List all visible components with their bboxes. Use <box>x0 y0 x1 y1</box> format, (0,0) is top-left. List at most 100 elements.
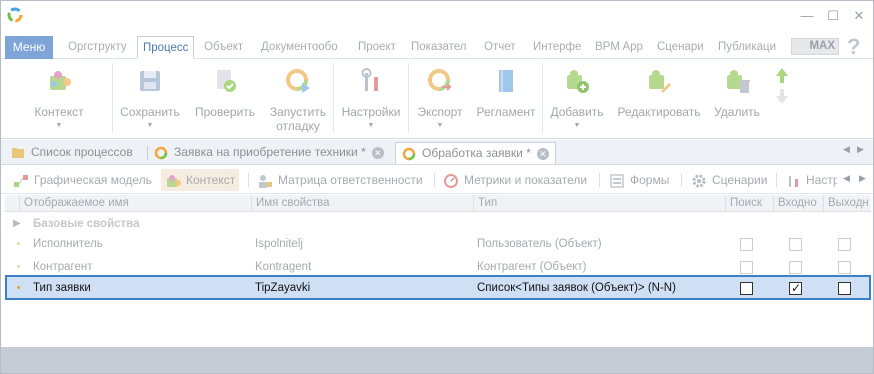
context-button[interactable]: Контекст ▼ <box>19 59 99 137</box>
settings-view-button[interactable]: Настр <box>781 169 837 191</box>
doc-tab-process-list[interactable]: Список процессов <box>11 142 133 164</box>
context-view-button[interactable]: Контекст <box>161 169 240 191</box>
close-button[interactable]: ✕ <box>849 7 869 25</box>
search-checkbox[interactable] <box>740 282 753 295</box>
tab-scenarios[interactable]: Сценари <box>652 36 709 59</box>
doc-tab-purchase-request[interactable]: Заявка на приобретение техники * ✕ <box>154 142 384 164</box>
close-tab-icon[interactable]: ✕ <box>536 147 549 160</box>
column-display-name[interactable]: Отображаемое имя <box>19 195 251 212</box>
tab-interface[interactable]: Интерфе <box>528 36 586 59</box>
column-property-name[interactable]: Имя свойства <box>251 195 473 212</box>
view-toolbar: Графическая модель Контекст Матрица отве… <box>1 166 873 194</box>
minimize-button[interactable]: — <box>797 7 817 25</box>
column-search[interactable]: Поиск <box>725 195 773 212</box>
check-label: Проверить <box>194 105 255 119</box>
column-input[interactable]: Входно <box>773 195 823 212</box>
help-icon[interactable]: ? <box>847 34 860 60</box>
chevron-down-icon: ▼ <box>55 122 63 129</box>
tab-project[interactable]: Проект <box>353 36 401 59</box>
status-area <box>1 347 873 373</box>
toolbar-divider <box>681 173 682 187</box>
output-checkbox[interactable] <box>838 261 851 274</box>
export-button[interactable]: Экспорт ▼ <box>411 59 469 137</box>
chevron-down-icon: ▼ <box>367 122 375 129</box>
settings-button[interactable]: Настройки ▼ <box>337 59 405 137</box>
cell-type: Пользователь (Объект) <box>477 238 602 250</box>
chevron-down-icon: ▼ <box>146 122 154 129</box>
regulation-button[interactable]: Регламент <box>473 59 539 137</box>
move-arrows-icon[interactable] <box>775 67 789 105</box>
doc-tab-request-processing[interactable]: Обработка заявки * ✕ <box>395 142 556 164</box>
menu-button[interactable]: Меню <box>5 36 53 59</box>
save-button[interactable]: Сохранить ▼ <box>117 59 183 137</box>
responsibility-matrix-button[interactable]: Матрица ответственности <box>253 169 427 191</box>
tools-icon <box>789 175 798 187</box>
max-badge[interactable]: MAX <box>791 38 839 55</box>
tab-indicators[interactable]: Показател <box>406 36 472 59</box>
row-marker <box>17 265 20 268</box>
tab-bpm-app[interactable]: BPM App <box>590 36 648 59</box>
context-view-label: Контекст <box>186 173 236 187</box>
scenarios-button[interactable]: Сценарии <box>687 169 771 191</box>
ribbon-divider <box>333 63 334 133</box>
row-marker <box>17 242 20 245</box>
input-checkbox[interactable] <box>789 238 802 251</box>
edit-button[interactable]: Редактировать <box>613 59 705 137</box>
export-icon <box>428 69 452 91</box>
metrics-button[interactable]: Метрики и показатели <box>439 169 591 191</box>
app-window: — ☐ ✕ Меню Оргструкту Процесс Объект Док… <box>0 0 874 374</box>
add-button[interactable]: Добавить ▼ <box>546 59 608 137</box>
tab-document-flow[interactable]: Документообо <box>256 36 343 59</box>
group-row[interactable]: ▶ Базовые свойства <box>5 213 871 235</box>
process-icon <box>154 146 168 160</box>
check-button[interactable]: Проверить <box>191 59 259 137</box>
tabs-scroll-right-icon[interactable]: ▶ <box>857 144 864 155</box>
ribbon-toolbar: Контекст ▼ Сохранить ▼ Проверить Запусти… <box>1 59 873 139</box>
properties-grid: Отображаемое имя Имя свойства Тип Поиск … <box>5 195 871 345</box>
delete-label: Удалить <box>714 105 760 119</box>
cell-property-name: TipZayavki <box>255 282 311 294</box>
doc-tab-label: Заявка на приобретение техники * <box>174 145 366 159</box>
folder-icon <box>12 147 24 158</box>
tab-divider <box>147 146 148 160</box>
search-checkbox[interactable] <box>740 261 753 274</box>
output-checkbox[interactable] <box>838 238 851 251</box>
settings-view-label: Настр <box>806 173 837 187</box>
book-icon <box>499 70 513 92</box>
toolbar-divider <box>248 173 249 187</box>
tab-process[interactable]: Процесс <box>137 36 195 59</box>
search-checkbox[interactable] <box>740 238 753 251</box>
output-checkbox[interactable] <box>838 282 851 295</box>
tabs-scroll-left-icon[interactable]: ◀ <box>843 144 850 155</box>
maximize-button[interactable]: ☐ <box>823 7 843 25</box>
puzzle-delete-icon <box>727 70 750 93</box>
tab-publications[interactable]: Публикаци <box>713 36 781 59</box>
header-indicator <box>5 195 19 212</box>
expand-arrow-icon[interactable]: ▶ <box>13 213 25 235</box>
tab-report[interactable]: Отчет <box>479 36 521 59</box>
cell-display-name: Исполнитель <box>33 238 103 250</box>
input-checkbox[interactable]: ✓ <box>789 281 802 295</box>
graphic-model-button[interactable]: Графическая модель <box>9 169 156 191</box>
forms-label: Формы <box>630 173 670 187</box>
responsibility-matrix-label: Матрица ответственности <box>278 173 423 187</box>
column-type[interactable]: Тип <box>473 195 725 212</box>
checkmark-icon: ✓ <box>791 281 802 295</box>
cell-property-name: Ispolnitelj <box>255 238 303 250</box>
toolbar-scroll-right-icon[interactable]: ▶ <box>859 173 866 184</box>
document-tabs: Список процессов Заявка на приобретение … <box>1 140 873 165</box>
close-tab-icon[interactable]: ✕ <box>371 146 384 159</box>
metrics-icon <box>444 173 458 188</box>
toolbar-scroll-left-icon[interactable]: ◀ <box>843 173 850 184</box>
chevron-down-icon: ▼ <box>573 122 581 129</box>
tab-orgstructure[interactable]: Оргструкту <box>63 36 132 59</box>
forms-button[interactable]: Формы <box>605 169 673 191</box>
settings-label: Настройки <box>341 105 401 119</box>
table-row[interactable]: Исполнитель Ispolnitelj Пользователь (Об… <box>5 233 871 255</box>
tab-object[interactable]: Объект <box>199 36 248 59</box>
input-checkbox[interactable] <box>789 261 802 274</box>
delete-button[interactable]: Удалить <box>709 59 765 137</box>
run-debug-button[interactable]: Запустить отладку <box>265 59 331 137</box>
column-output[interactable]: Выходн <box>823 195 871 212</box>
table-row-selected[interactable]: Тип заявки TipZayavki Список<Типы заявок… <box>5 275 871 300</box>
